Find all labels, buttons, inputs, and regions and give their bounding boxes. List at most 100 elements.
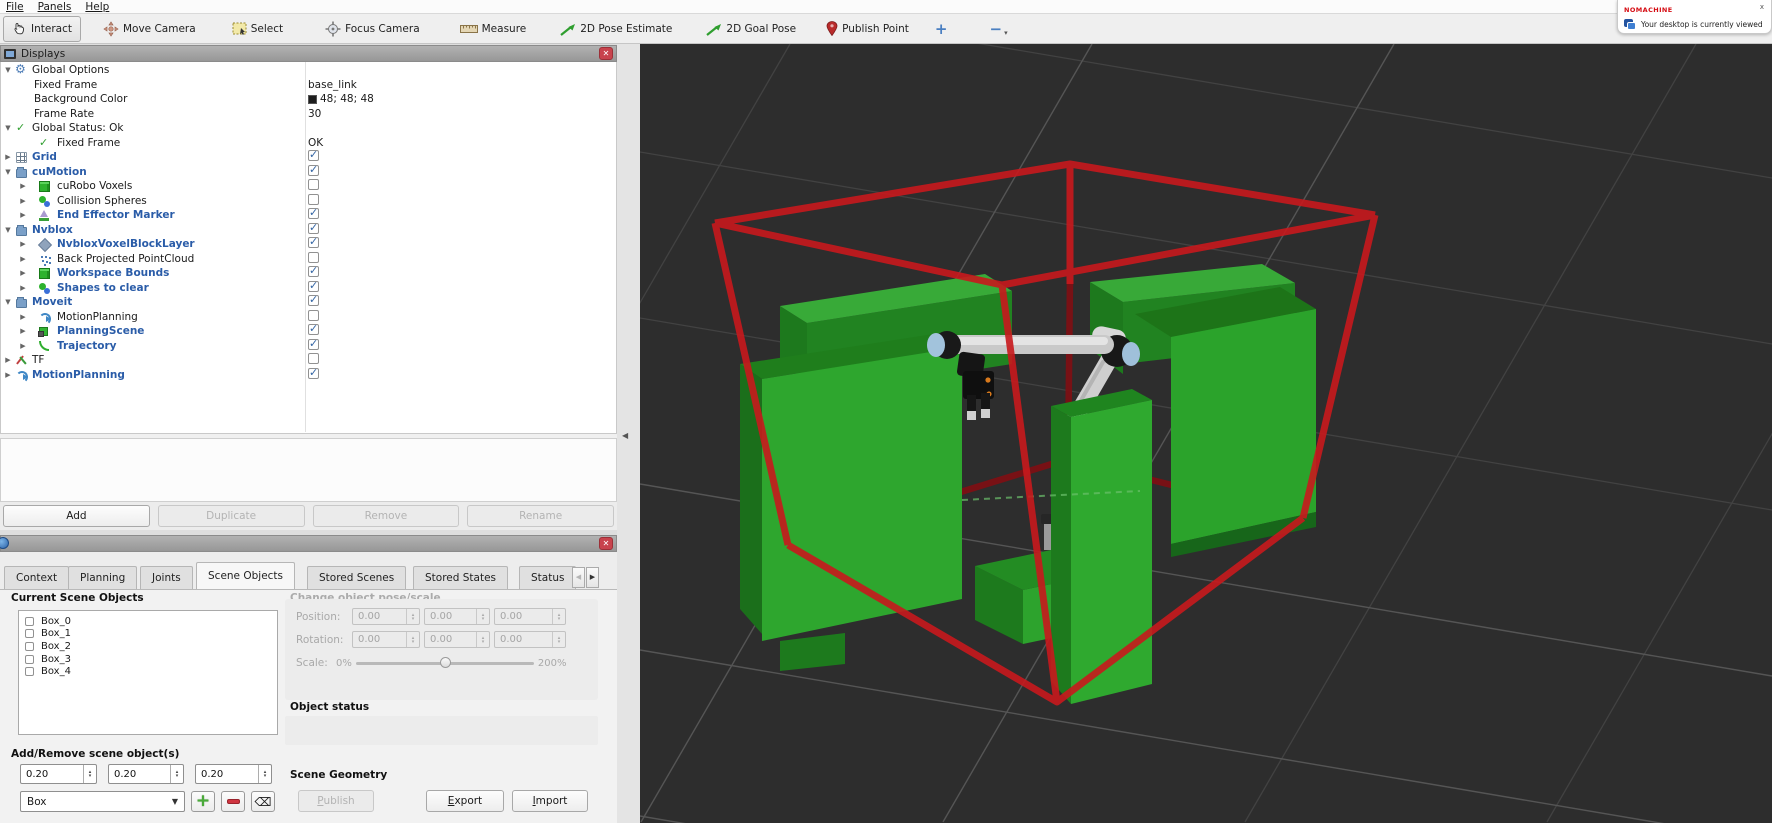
expand-arrow-icon[interactable]: ▶ — [18, 310, 28, 325]
box0-checkbox[interactable] — [25, 616, 34, 626]
list-item-box1[interactable]: Box_1 — [19, 628, 277, 641]
motionplanning-display-checkbox[interactable] — [308, 366, 319, 380]
expand-arrow-icon[interactable]: ▶ — [3, 368, 13, 383]
tree-row-global-options[interactable]: ▼ Global Options — [1, 62, 616, 78]
dim-x-spinbox[interactable]: 0.20 ▴ ▾ — [20, 764, 97, 784]
expand-arrow-icon[interactable]: ▶ — [3, 150, 13, 165]
position-z-spinbox[interactable]: 0.00 ▴ ▾ — [494, 608, 566, 625]
expand-arrow-icon[interactable]: ▼ — [3, 63, 13, 78]
rotation-z-spinbox[interactable]: 0.00 ▴ ▾ — [494, 631, 566, 648]
back-projected-pointcloud-checkbox[interactable] — [308, 251, 319, 263]
scale-slider-handle[interactable] — [439, 656, 451, 668]
expand-arrow-icon[interactable]: ▶ — [18, 237, 28, 252]
splitter-collapse-icon[interactable]: ◀ — [622, 431, 628, 440]
spin-arrows-icon[interactable]: ▴ ▾ — [476, 609, 489, 624]
box4-checkbox[interactable] — [25, 667, 34, 677]
toolbar-overflow-caret-icon[interactable]: ▾ — [1004, 29, 1008, 37]
tree-row-frame-rate[interactable]: Frame Rate 30 — [1, 107, 616, 122]
cumotion-checkbox[interactable] — [308, 163, 319, 177]
tf-checkbox[interactable] — [308, 353, 319, 364]
panel-splitter[interactable]: ◀ — [617, 44, 640, 823]
tree-row-fixed-frame[interactable]: Fixed Frame base_link — [1, 78, 616, 93]
add-display-button[interactable]: Add — [3, 505, 150, 527]
spin-arrows-icon[interactable]: ▴ ▾ — [83, 765, 96, 783]
3d-viewport[interactable] — [640, 44, 1772, 823]
tab-scroll-right-icon[interactable]: ▶ — [586, 567, 599, 588]
dim-z-spinbox[interactable]: 0.20 ▴ ▾ — [195, 764, 272, 784]
expand-arrow-icon[interactable]: ▶ — [18, 281, 28, 296]
tree-row-moveit[interactable]: ▼ Moveit — [1, 293, 616, 310]
background-color-value[interactable]: 48; 48; 48 — [308, 92, 374, 107]
tab-stored-scenes[interactable]: Stored Scenes — [307, 566, 407, 589]
list-item-box3[interactable]: Box_3 — [19, 653, 277, 666]
tab-context[interactable]: Context — [4, 566, 70, 589]
expand-arrow-icon[interactable]: ▶ — [18, 194, 28, 209]
expand-arrow-icon[interactable]: ▼ — [3, 165, 13, 180]
trajectory-checkbox[interactable] — [308, 337, 319, 351]
expand-arrow-icon[interactable]: ▼ — [3, 295, 13, 310]
menu-panels[interactable]: Panels — [38, 1, 72, 13]
frame-rate-value[interactable]: 30 — [308, 107, 321, 122]
spin-arrows-icon[interactable]: ▴ ▾ — [552, 609, 565, 624]
rename-display-button[interactable]: Rename — [467, 505, 614, 527]
spin-arrows-icon[interactable]: ▴ ▾ — [476, 632, 489, 647]
moveit-checkbox[interactable] — [308, 293, 319, 308]
expand-arrow-icon[interactable]: ▼ — [3, 121, 13, 136]
export-button[interactable]: Export — [426, 790, 504, 812]
expand-arrow-icon[interactable]: ▶ — [18, 252, 28, 267]
tree-row-nvblox-voxel-block-layer[interactable]: ▶ NvbloxVoxelBlockLayer — [1, 235, 616, 252]
shape-type-dropdown[interactable]: Box ▼ — [20, 791, 185, 812]
tool-focus-camera[interactable]: Focus Camera — [317, 16, 428, 42]
spin-arrows-icon[interactable]: ▴ ▾ — [170, 765, 183, 783]
list-item-box0[interactable]: Box_0 — [19, 615, 277, 628]
end-effector-marker-checkbox[interactable] — [308, 206, 319, 221]
tree-row-trajectory[interactable]: ▶ Trajectory — [1, 337, 616, 354]
scene-objects-list[interactable]: Box_0 Box_1 Box_2 Box_3 Box_4 — [18, 610, 278, 735]
tree-row-curobo-voxels[interactable]: ▶ cuRobo Voxels — [1, 179, 616, 194]
import-button[interactable]: Import — [512, 790, 588, 812]
motionplanning-checkbox[interactable] — [308, 309, 319, 321]
nvblox-checkbox[interactable] — [308, 221, 319, 235]
tree-row-cumotion[interactable]: ▼ cuMotion — [1, 163, 616, 180]
rotation-y-spinbox[interactable]: 0.00 ▴ ▾ — [424, 631, 490, 648]
expand-arrow-icon[interactable]: ▶ — [18, 208, 28, 223]
grid-checkbox[interactable] — [308, 148, 319, 163]
displays-panel-titlebar[interactable]: Displays ✕ — [0, 45, 617, 62]
position-x-spinbox[interactable]: 0.00 ▴ ▾ — [352, 608, 420, 625]
tree-row-global-status[interactable]: ▼ Global Status: Ok — [1, 121, 616, 136]
tree-row-background-color[interactable]: Background Color 48; 48; 48 — [1, 92, 616, 107]
menu-file[interactable]: File — [6, 1, 24, 13]
position-y-spinbox[interactable]: 0.00 ▴ ▾ — [424, 608, 490, 625]
list-item-box2[interactable]: Box_2 — [19, 640, 277, 653]
spin-arrows-icon[interactable]: ▴ ▾ — [552, 632, 565, 647]
remove-display-button[interactable]: Remove — [312, 505, 460, 527]
add-tool-button[interactable]: + — [925, 20, 958, 38]
motionplanning-close-button[interactable]: ✕ — [599, 537, 613, 550]
tab-planning[interactable]: Planning — [68, 566, 138, 589]
motionplanning-panel-titlebar[interactable]: ✕ — [0, 535, 617, 552]
dim-y-spinbox[interactable]: 0.20 ▴ ▾ — [108, 764, 184, 784]
duplicate-display-button[interactable]: Duplicate — [157, 505, 305, 527]
nvblox-voxel-block-layer-checkbox[interactable] — [308, 235, 319, 250]
box2-checkbox[interactable] — [25, 641, 34, 651]
expand-arrow-icon[interactable]: ▶ — [18, 266, 28, 281]
expand-arrow-icon[interactable]: ▶ — [18, 324, 28, 339]
notification-close-icon[interactable]: x — [1760, 3, 1764, 11]
add-object-button[interactable]: + — [191, 791, 215, 812]
publish-button[interactable]: Publish — [298, 790, 374, 812]
spin-arrows-icon[interactable]: ▴ ▾ — [406, 632, 419, 647]
tool-interact[interactable]: Interact — [3, 15, 81, 42]
menu-help[interactable]: Help — [85, 1, 109, 13]
list-item-box4[interactable]: Box_4 — [19, 665, 277, 678]
tool-select[interactable]: Select — [224, 16, 291, 42]
tree-row-motionplanning-display[interactable]: ▶ MotionPlanning — [1, 366, 616, 383]
curobo-voxels-checkbox[interactable] — [308, 179, 319, 190]
tool-move-camera[interactable]: Move Camera — [95, 16, 204, 42]
scale-slider[interactable] — [355, 656, 534, 668]
remove-object-button[interactable] — [221, 791, 245, 812]
expand-arrow-icon[interactable]: ▼ — [3, 223, 13, 238]
shapes-to-clear-checkbox[interactable] — [308, 279, 319, 293]
planningscene-checkbox[interactable] — [308, 322, 319, 337]
tool-measure[interactable]: Measure — [452, 16, 535, 42]
box3-checkbox[interactable] — [25, 654, 34, 664]
